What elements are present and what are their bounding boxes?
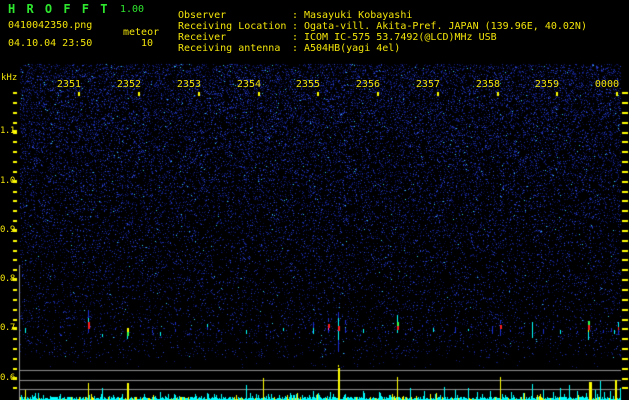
info-label: Receiving antenna xyxy=(178,43,281,54)
app-version: 1.00 xyxy=(120,4,145,15)
channel-number: 10 xyxy=(141,38,154,49)
freq-tick-label: 1.1 xyxy=(0,126,15,136)
info-row-location: Receiving Location: Ogata-vill. Akita-Pre… xyxy=(178,22,587,32)
freq-tick-label: 0.7 xyxy=(0,323,15,333)
info-colon: : xyxy=(292,43,299,54)
time-tick-label: 2354 xyxy=(236,79,261,90)
freq-tick-label: 0.8 xyxy=(0,274,15,284)
info-row-antenna: Receiving antenna: A504HB(yagi 4el) xyxy=(178,44,400,54)
output-filename: 0410042350.png xyxy=(8,20,93,31)
info-value: ICOM IC-575 53.7492(@LCD)MHz USB xyxy=(304,32,497,43)
info-value: Ogata-vill. Akita-Pref. JAPAN (139.96E, … xyxy=(304,21,587,32)
info-label: Receiving Location xyxy=(178,21,287,32)
time-tick-label: 2351 xyxy=(56,79,81,90)
info-colon: : xyxy=(292,21,299,32)
time-tick-label: 2353 xyxy=(176,79,201,90)
time-tick-label: 2352 xyxy=(116,79,141,90)
time-tick-label: 2356 xyxy=(355,79,380,90)
info-colon: : xyxy=(292,10,299,21)
info-row-receiver: Receiver: ICOM IC-575 53.7492(@LCD)MHz US… xyxy=(178,33,497,43)
info-label: Observer xyxy=(178,10,227,21)
time-tick-label: 2357 xyxy=(415,79,440,90)
app-title: H R O F F T xyxy=(8,2,110,16)
info-row-observer: Observer: Masayuki Kobayashi xyxy=(178,11,412,21)
time-tick-label: 2358 xyxy=(475,79,500,90)
spectrogram-canvas xyxy=(0,0,629,400)
freq-tick-label: 0.6 xyxy=(0,373,15,383)
mode-label: meteor xyxy=(123,27,160,38)
frequency-axis-unit: kHz xyxy=(1,73,18,83)
time-tick-label: 2355 xyxy=(295,79,320,90)
datetime-label: 04.10.04 23:50 xyxy=(8,38,93,49)
info-label: Receiver xyxy=(178,32,227,43)
info-value: A504HB(yagi 4el) xyxy=(304,43,401,54)
time-tick-label: 0000 xyxy=(594,79,619,90)
time-tick-label: 2359 xyxy=(534,79,559,90)
freq-tick-label: 0.9 xyxy=(0,225,15,235)
freq-tick-label: 1.0 xyxy=(0,176,15,186)
info-colon: : xyxy=(292,32,299,43)
hrofft-output-image: H R O F F T 1.00 0410042350.png meteor 0… xyxy=(0,0,629,400)
info-value: Masayuki Kobayashi xyxy=(304,10,413,21)
